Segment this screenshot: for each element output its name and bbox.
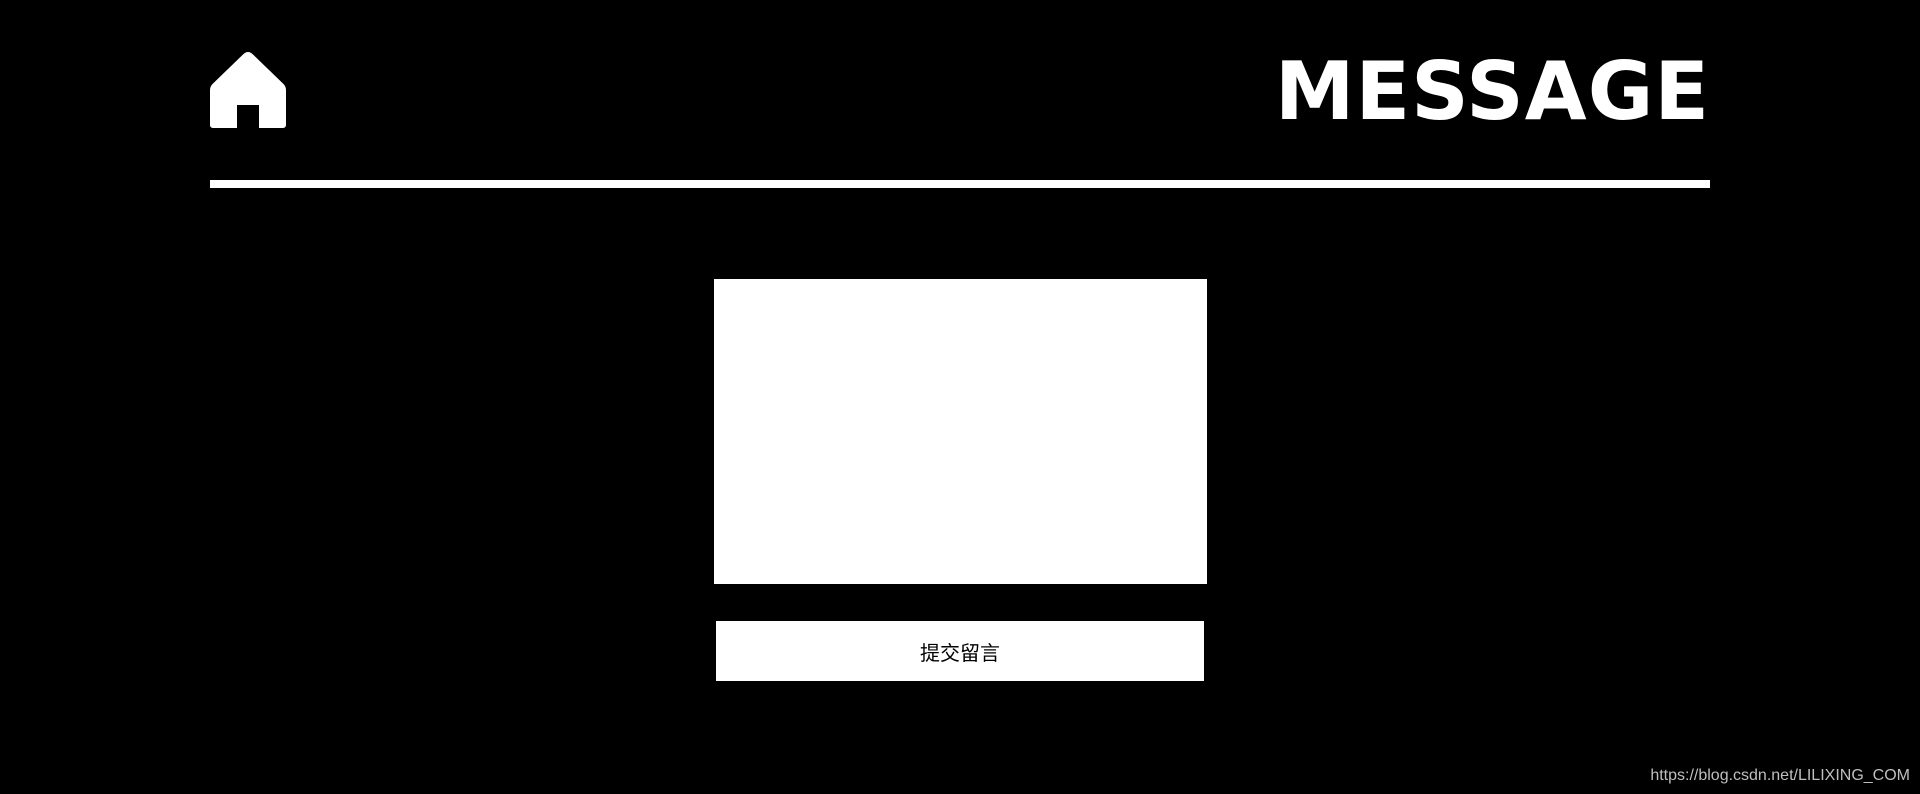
message-page: MESSAGE 提交留言 https://blog.csdn.net/LILIX… (0, 0, 1920, 794)
page-header: MESSAGE (210, 45, 1710, 138)
page-title: MESSAGE (1274, 45, 1710, 138)
home-link[interactable] (210, 52, 286, 128)
home-icon (210, 52, 286, 128)
watermark-url: https://blog.csdn.net/LILIXING_COM (1650, 767, 1910, 784)
submit-message-button[interactable]: 提交留言 (716, 621, 1204, 681)
header-divider (210, 180, 1710, 188)
message-form: 提交留言 (714, 279, 1207, 681)
message-textarea[interactable] (714, 279, 1207, 584)
